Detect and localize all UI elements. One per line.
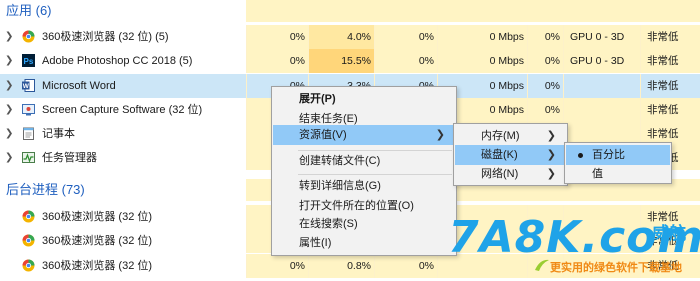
menu-item-resource-values[interactable]: 资源值(V) ❯ (273, 125, 455, 145)
360-browser-icon (22, 259, 35, 272)
menu-item-value[interactable]: 值 (566, 164, 670, 184)
chevron-right-icon[interactable]: ❯ (5, 56, 13, 66)
process-name: Microsoft Word (42, 80, 116, 92)
menu-item-disk[interactable]: 磁盘(K) ❯ (455, 145, 566, 165)
process-name: 记事本 (42, 128, 75, 140)
context-menu: 展开(P) 结束任务(E) 资源值(V) ❯ 创建转储文件(C) 转到详细信息(G… (271, 86, 457, 256)
memory-cell: 15.5% (308, 49, 374, 73)
watermark-slogan: 更实用的绿色软件下载基地 (550, 262, 682, 274)
watermark-brand: 威航 (652, 224, 686, 243)
gpu-engine-cell: GPU 0 - 3D (563, 25, 640, 49)
notepad-icon (23, 127, 34, 140)
360-browser-icon (22, 210, 35, 223)
chevron-right-icon[interactable]: ❯ (5, 129, 13, 139)
process-name: 360极速浏览器 (32 位) (5) (42, 31, 169, 43)
swoosh-icon (535, 259, 549, 271)
screen-capture-icon (22, 104, 35, 116)
chevron-right-icon: ❯ (546, 168, 556, 180)
group-header-apps[interactable]: 应用 (6) (0, 0, 700, 22)
power-cell: 非常低 (640, 74, 700, 98)
power-cell: 非常低 (640, 98, 700, 122)
gpu-engine-cell (563, 98, 640, 122)
chevron-right-icon[interactable]: ❯ (5, 32, 13, 42)
menu-separator (298, 174, 452, 175)
menu-item-open-file-location[interactable]: 打开文件所在的位置(O) (273, 196, 455, 216)
chevron-right-icon[interactable]: ❯ (5, 81, 13, 91)
360-browser-icon (22, 30, 35, 43)
submenu-disk: 百分比 值 (564, 142, 672, 184)
gpu-cell: 0% (527, 74, 563, 98)
cpu-cell: 0% (246, 25, 308, 49)
group-label: 后台进程 (73) (6, 182, 85, 197)
heat-fill (246, 0, 700, 22)
group-label: 应用 (6) (6, 3, 52, 18)
submenu-resource-values: 内存(M) ❯ 磁盘(K) ❯ 网络(N) ❯ (453, 123, 568, 186)
menu-item-go-to-details[interactable]: 转到详细信息(G) (273, 176, 455, 196)
menu-item-expand[interactable]: 展开(P) (273, 89, 455, 109)
gpu-engine-cell: GPU 0 - 3D (563, 49, 640, 73)
chevron-right-icon[interactable]: ❯ (5, 105, 13, 115)
process-name: Screen Capture Software (32 位) (42, 104, 203, 116)
chevron-right-icon: ❯ (546, 130, 556, 142)
chevron-right-icon[interactable]: ❯ (5, 153, 13, 163)
svg-text:W: W (23, 83, 30, 90)
svg-text:Ps: Ps (24, 57, 34, 66)
process-name: Adobe Photoshop CC 2018 (5) (42, 55, 193, 67)
menu-item-network[interactable]: 网络(N) ❯ (455, 164, 566, 184)
network-cell: 0 Mbps (437, 25, 527, 49)
disk-cell: 0% (374, 254, 437, 278)
word-icon: W (22, 79, 35, 92)
cpu-cell: 0% (246, 49, 308, 73)
menu-item-create-dump[interactable]: 创建转储文件(C) (273, 151, 455, 171)
gpu-cell: 0% (527, 98, 563, 122)
process-name: 360极速浏览器 (32 位) (42, 235, 153, 247)
power-cell: 非常低 (640, 25, 700, 49)
process-name: 360极速浏览器 (32 位) (42, 260, 153, 272)
memory-cell: 0.8% (308, 254, 374, 278)
table-row[interactable]: ❯ 360极速浏览器 (32 位) (5) 0% 4.0% 0% 0 Mbps … (0, 25, 700, 49)
gpu-cell: 0% (527, 25, 563, 49)
menu-item-memory[interactable]: 内存(M) ❯ (455, 126, 566, 146)
process-name: 任务管理器 (42, 152, 97, 164)
task-manager-icon (22, 152, 35, 163)
radio-dot-icon (578, 153, 583, 158)
power-cell: 非常低 (640, 49, 700, 73)
menu-item-search-online[interactable]: 在线搜索(S) (273, 214, 455, 234)
menu-item-percent[interactable]: 百分比 (566, 145, 670, 165)
watermark: 7A8K.com 威航 更实用的绿色软件下载基地 (448, 213, 700, 281)
360-browser-icon (22, 234, 35, 247)
disk-cell: 0% (374, 25, 437, 49)
chevron-right-icon: ❯ (435, 129, 445, 141)
process-name: 360极速浏览器 (32 位) (42, 211, 153, 223)
table-row[interactable]: ❯ Ps Adobe Photoshop CC 2018 (5) 0% 15.5… (0, 49, 700, 73)
chevron-right-icon: ❯ (546, 149, 556, 161)
memory-cell: 4.0% (308, 25, 374, 49)
disk-cell: 0% (374, 49, 437, 73)
network-cell: 0 Mbps (437, 49, 527, 73)
cpu-cell: 0% (246, 254, 308, 278)
photoshop-icon: Ps (22, 54, 35, 67)
gpu-engine-cell (563, 74, 640, 98)
menu-item-properties[interactable]: 属性(I) (273, 233, 455, 253)
gpu-cell: 0% (527, 49, 563, 73)
